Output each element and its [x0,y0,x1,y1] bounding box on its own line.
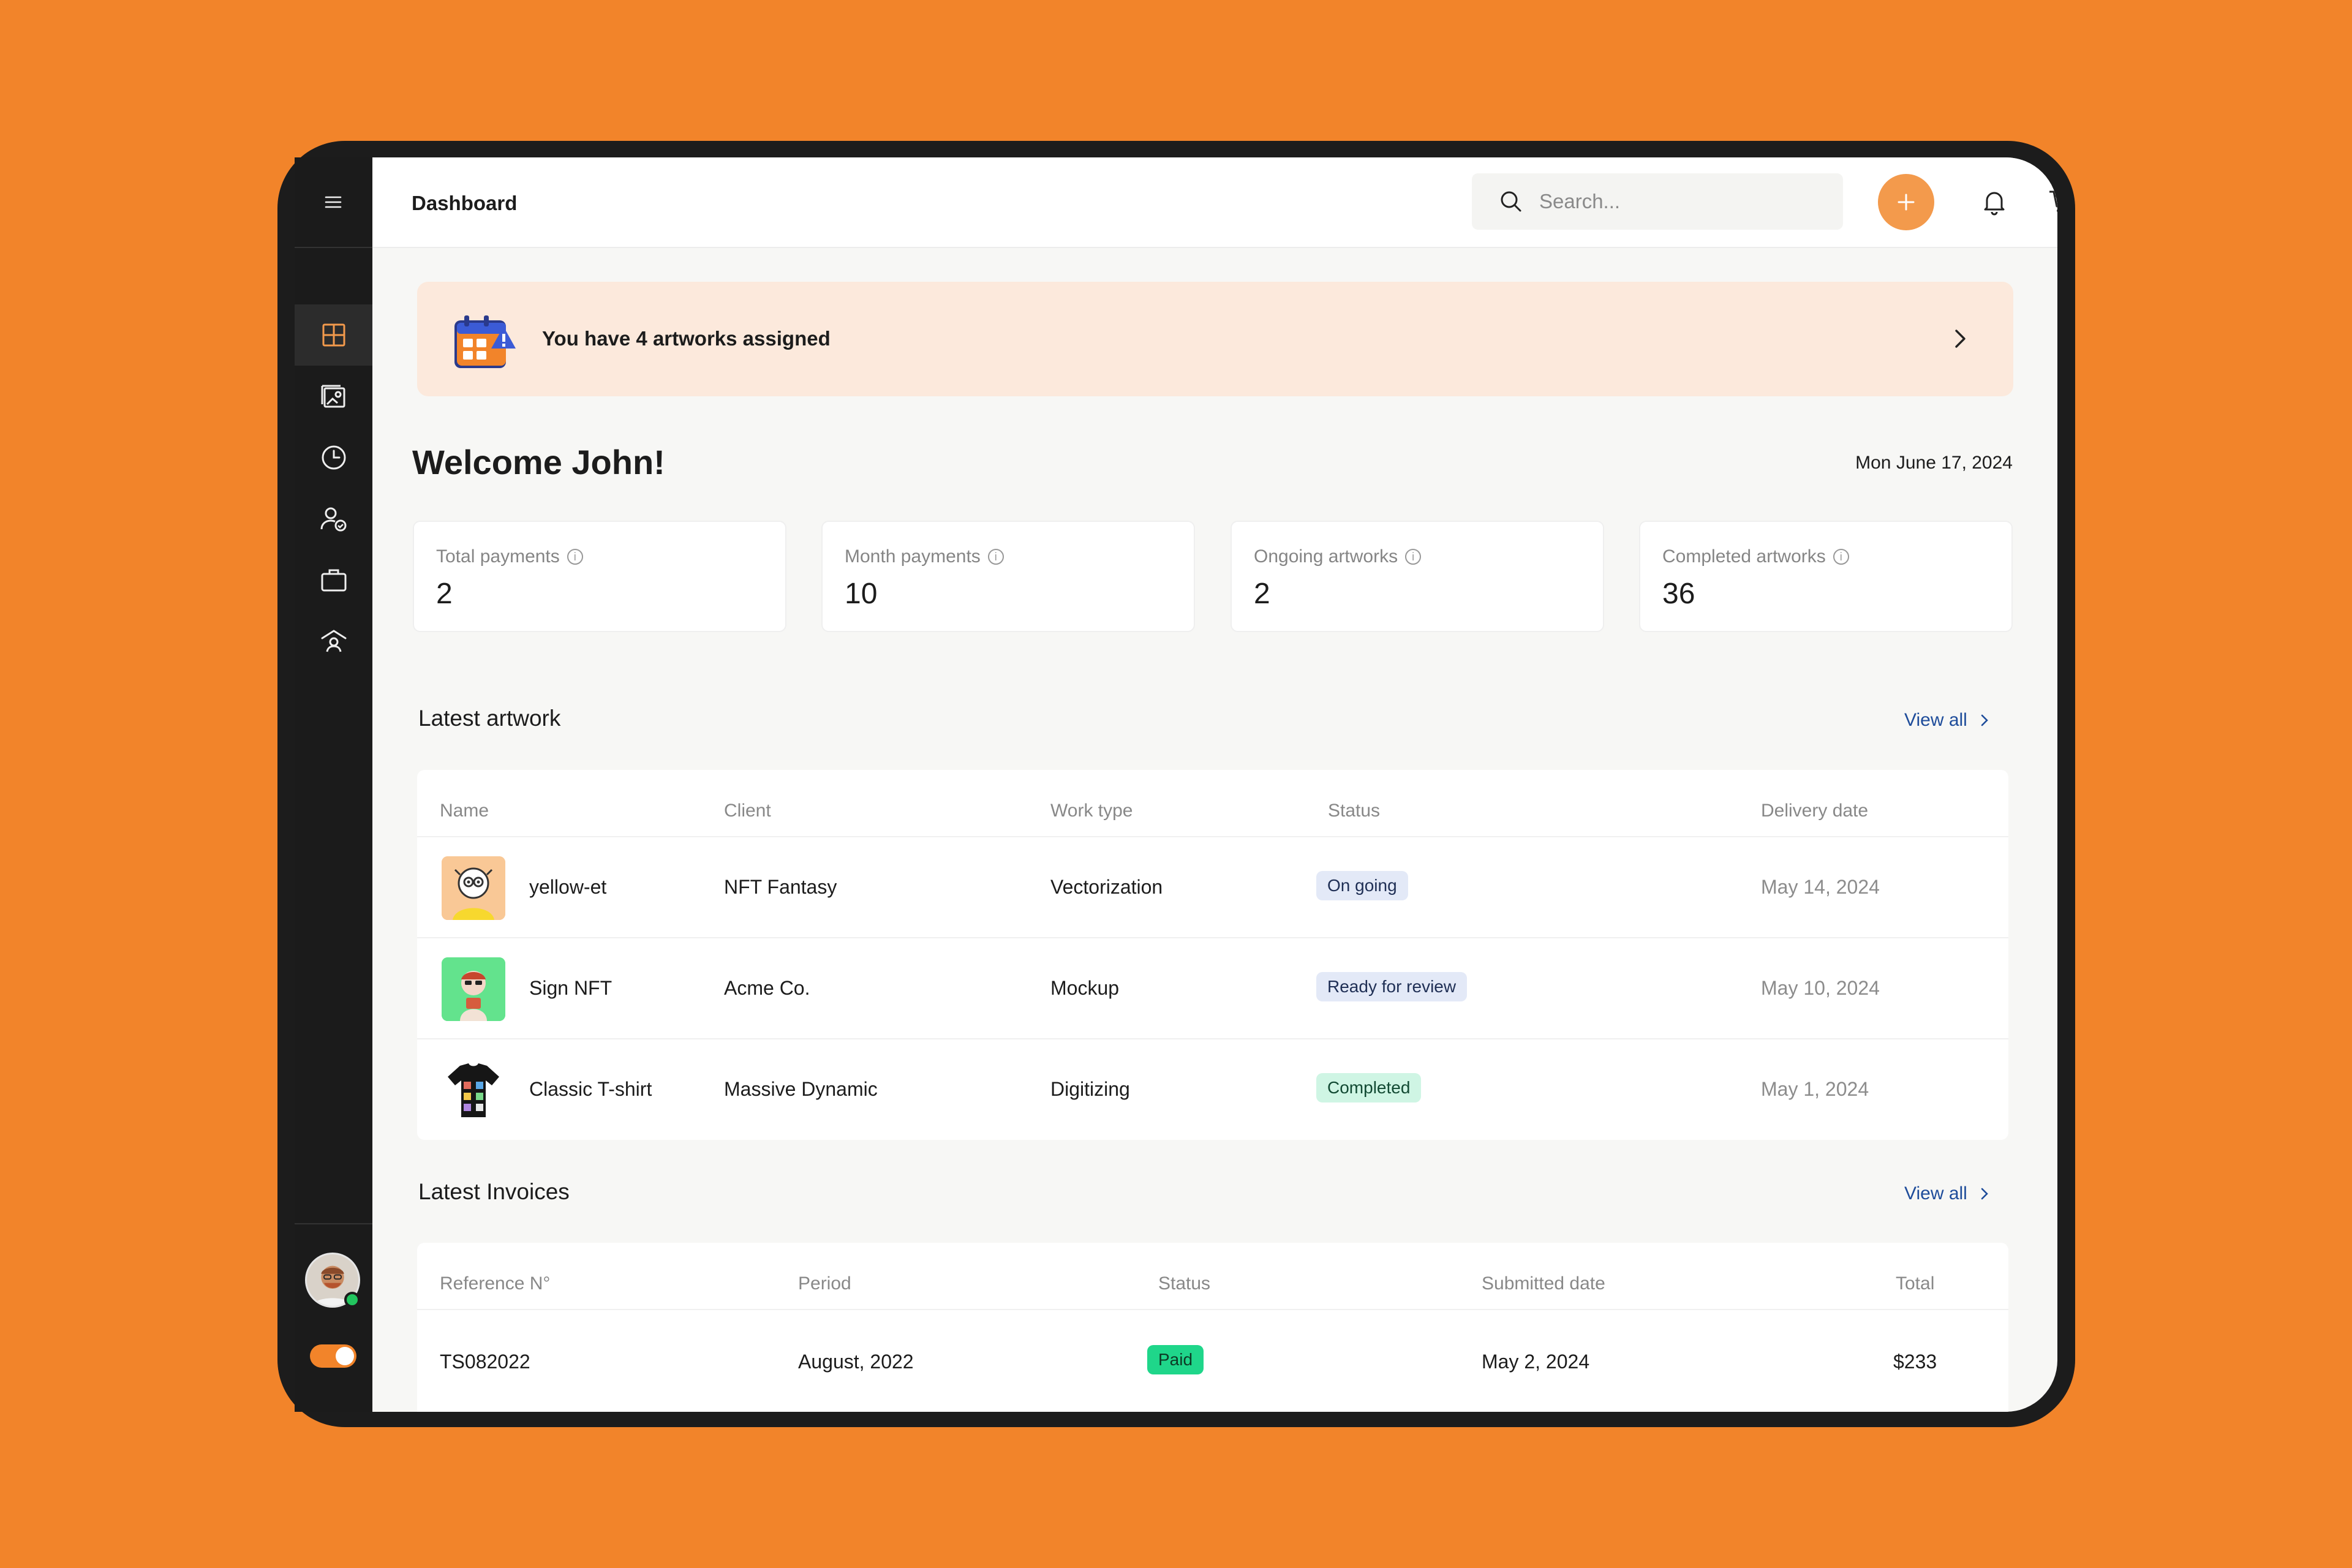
table-row[interactable]: Classic T-shirt Massive Dynamic Digitizi… [417,1038,2008,1140]
chevron-right-icon [1981,714,1988,726]
stat-value: 10 [845,578,878,610]
chevron-right-icon [1981,1188,1988,1200]
stat-label: Completed artworks [1662,546,1826,567]
artwork-thumbnail [442,856,505,920]
search-input[interactable] [1538,189,1822,214]
artwork-thumbnail [442,1058,505,1122]
add-button[interactable] [1878,174,1934,230]
artwork-thumbnail [442,957,505,1021]
status-badge: Paid [1147,1345,1204,1374]
assignment-banner[interactable]: You have 4 artworks assigned [417,282,2013,396]
stat-card-ongoing-artworks: Ongoing artworks i 2 [1231,521,1604,632]
user-shield-icon [321,630,346,652]
table-row[interactable]: TS082022 August, 2022 Paid May 2, 2024 $… [417,1309,2008,1411]
delivery-date: May 1, 2024 [1761,1078,1869,1100]
invoice-total: $233 [1893,1351,1937,1373]
info-icon[interactable]: i [567,549,583,565]
artwork-name: Classic T-shirt [529,1078,652,1100]
stat-value: 2 [436,578,453,610]
table-row[interactable]: yellow-et NFT Fantasy Vectorization On g… [417,836,2008,938]
stat-card-completed-artworks: Completed artworks i 36 [1639,521,2013,632]
stat-card-total-payments: Total payments i 2 [413,521,786,632]
artwork-client: NFT Fantasy [724,876,837,898]
clock-icon [322,445,345,470]
column-header[interactable]: Delivery date [1761,801,1868,821]
column-header[interactable]: Period [798,1273,851,1294]
stat-label: Ongoing artworks [1254,546,1398,567]
top-bar: Dashboard [372,157,2057,248]
stat-value: 36 [1662,578,1695,610]
page-title: Dashboard [412,192,518,214]
menu-icon[interactable] [321,192,345,213]
stat-label: Month payments [845,546,981,567]
welcome-heading: Welcome John! [412,443,665,481]
column-header[interactable]: Submitted date [1482,1273,1605,1294]
artwork-table: Name Client Work type Status Delivery da… [417,770,2008,1140]
sidebar-item-clients[interactable] [295,488,372,549]
user-check-icon [320,507,346,532]
artwork-client: Acme Co. [724,977,810,999]
artwork-name: yellow-et [529,876,607,898]
banner-text: You have 4 artworks assigned [542,327,831,350]
table-row[interactable]: Sign NFT Acme Co. Mockup Ready for revie… [417,937,2008,1039]
column-header[interactable]: Status [1328,801,1380,821]
artwork-client: Massive Dynamic [724,1078,878,1100]
search-icon [1501,191,1521,212]
dashboard-icon [322,323,345,347]
info-icon[interactable]: i [1405,549,1422,565]
cart-icon [2049,190,2057,213]
section-title-artwork: Latest artwork [418,706,561,731]
sidebar-item-dashboard[interactable] [295,304,372,366]
column-header[interactable]: Total [1896,1273,1934,1294]
view-all-artwork-link[interactable]: View all [1904,710,1993,731]
section-title-invoices: Latest Invoices [418,1179,570,1204]
plus-icon [1898,194,1915,211]
artwork-work-type: Mockup [1050,977,1120,999]
delivery-date: May 14, 2024 [1761,876,1880,898]
view-all-label: View all [1904,1183,1967,1204]
stat-value: 2 [1254,578,1270,610]
view-all-invoices-link[interactable]: View all [1904,1183,1993,1204]
chevron-right-icon[interactable] [1945,323,1975,354]
status-badge: Completed [1316,1073,1422,1102]
invoice-period: August, 2022 [798,1351,914,1373]
search-box[interactable] [1472,173,1843,230]
invoices-table: Reference N° Period Status Submitted dat… [417,1243,2008,1412]
calendar-alert-icon [454,315,516,368]
gallery-icon [321,385,345,408]
theme-toggle[interactable] [310,1344,356,1368]
column-header[interactable]: Reference N° [440,1273,550,1294]
sidebar-header [295,157,372,248]
status-badge: Ready for review [1316,972,1468,1001]
column-header[interactable]: Status [1158,1273,1210,1294]
invoice-reference: TS082022 [440,1351,530,1373]
notifications-button[interactable] [1977,184,2011,219]
column-header[interactable]: Client [724,801,771,821]
cart-button[interactable] [2045,184,2057,219]
column-header[interactable]: Work type [1050,801,1133,821]
column-header[interactable]: Name [440,801,489,821]
info-icon[interactable]: i [987,549,1004,565]
bell-icon [1984,192,2005,216]
artwork-work-type: Vectorization [1050,876,1163,898]
sidebar-divider [295,1223,372,1224]
sidebar-item-jobs[interactable] [295,549,372,611]
briefcase-icon [321,569,346,592]
artwork-name: Sign NFT [529,977,612,999]
invoice-submitted-date: May 2, 2024 [1482,1351,1590,1373]
artwork-work-type: Digitizing [1050,1078,1130,1100]
stat-card-month-payments: Month payments i 10 [821,521,1195,632]
delivery-date: May 10, 2024 [1761,977,1880,999]
info-icon[interactable]: i [1833,549,1849,565]
view-all-label: View all [1904,710,1967,730]
status-badge: On going [1316,871,1408,900]
sidebar-item-team[interactable] [295,611,372,672]
sidebar [295,157,372,1412]
sidebar-item-gallery[interactable] [295,366,372,427]
app-screen: Dashboard You hav [295,157,2057,1412]
sidebar-item-history[interactable] [295,427,372,488]
stat-label: Total payments [436,546,560,567]
online-status-indicator [344,1292,360,1308]
current-date: Mon June 17, 2024 [1855,453,2013,473]
